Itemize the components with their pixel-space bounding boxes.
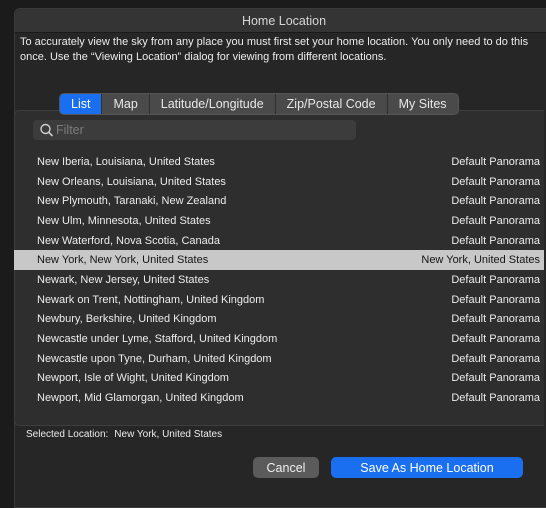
- location-row[interactable]: Newcastle upon Tyne, Durham, United King…: [14, 349, 544, 369]
- location-row[interactable]: Newport, Isle of Wight, United Kingdom De…: [14, 369, 544, 389]
- location-name: Newport, Isle of Wight, United Kingdom: [37, 372, 229, 385]
- location-tabs: List Map Latitude/Longitude Zip/Postal C…: [59, 93, 459, 115]
- location-panorama: Default Panorama: [451, 155, 540, 168]
- window-titlebar[interactable]: Home Location: [15, 9, 546, 33]
- location-row[interactable]: Newbury, Berkshire, United Kingdom Defaul…: [14, 310, 544, 330]
- cancel-button[interactable]: Cancel: [253, 457, 319, 478]
- location-panorama: Default Panorama: [451, 392, 540, 405]
- location-panorama: Default Panorama: [451, 333, 540, 346]
- location-name: Newark, New Jersey, United States: [37, 273, 210, 286]
- filter-field[interactable]: [33, 120, 356, 140]
- filter-input[interactable]: [55, 121, 346, 139]
- tab-my-sites[interactable]: My Sites: [386, 94, 458, 114]
- tab-list[interactable]: List: [60, 94, 102, 114]
- location-name: Newcastle under Lyme, Stafford, United K…: [37, 333, 278, 346]
- location-panorama: Default Panorama: [451, 273, 540, 286]
- location-row[interactable]: New Iberia, Louisiana, United States Defa…: [14, 152, 544, 172]
- location-name: New Iberia, Louisiana, United States: [37, 155, 215, 168]
- intro-text: To accurately view the sky from any plac…: [20, 36, 529, 63]
- location-row[interactable]: New Ulm, Minnesota, United States Default…: [14, 211, 544, 231]
- location-name: Newark on Trent, Nottingham, United King…: [37, 293, 265, 306]
- location-row[interactable]: Newark on Trent, Nottingham, United King…: [14, 290, 544, 310]
- location-panorama: Default Panorama: [451, 195, 540, 208]
- location-panorama: Default Panorama: [451, 214, 540, 227]
- location-name: New Waterford, Nova Scotia, Canada: [37, 234, 221, 247]
- location-name: New Ulm, Minnesota, United States: [37, 214, 211, 227]
- location-name: Newport, Mid Glamorgan, United Kingdom: [37, 392, 244, 405]
- tab-latitude-longitude[interactable]: Latitude/Longitude: [148, 94, 275, 114]
- location-panorama: Default Panorama: [451, 293, 540, 306]
- save-as-home-location-button[interactable]: Save As Home Location: [331, 457, 523, 478]
- location-name: New Orleans, Louisiana, United States: [37, 175, 226, 188]
- location-row[interactable]: Newark, New Jersey, United States Default…: [14, 270, 544, 290]
- location-panorama: Default Panorama: [451, 372, 540, 385]
- tab-map[interactable]: Map: [101, 94, 148, 114]
- selected-location-value: New York, United States: [114, 429, 223, 440]
- location-row[interactable]: New Plymouth, Taranaki, New Zealand Defau…: [14, 191, 544, 211]
- location-row[interactable]: Newcastle under Lyme, Stafford, United K…: [14, 329, 544, 349]
- location-name: Newcastle upon Tyne, Durham, United King…: [37, 352, 272, 365]
- location-panorama: New York, United States: [421, 254, 540, 267]
- location-panorama: Default Panorama: [451, 313, 540, 326]
- location-name: New York, New York, United States: [37, 254, 209, 267]
- window-title: Home Location: [241, 13, 327, 28]
- location-row[interactable]: Newport, Mid Glamorgan, United Kingdom De…: [14, 388, 544, 408]
- selected-location-label: Selected Location:: [26, 429, 109, 440]
- location-panorama: Default Panorama: [451, 175, 540, 188]
- location-row[interactable]: New Orleans, Louisiana, United States Def…: [14, 172, 544, 192]
- location-row[interactable]: New York, New York, United States New Yor…: [14, 250, 544, 271]
- location-panorama: Default Panorama: [451, 234, 540, 247]
- location-row[interactable]: New Waterford, Nova Scotia, Canada Defaul…: [14, 231, 544, 251]
- selected-location: Selected Location: New York, United State…: [26, 429, 228, 440]
- location-name: New Plymouth, Taranaki, New Zealand: [37, 195, 227, 208]
- location-panorama: Default Panorama: [451, 352, 540, 365]
- location-list[interactable]: New Iberia, Louisiana, United States Defa…: [14, 152, 544, 416]
- location-name: Newbury, Berkshire, United Kingdom: [37, 313, 217, 326]
- tab-zip-postal-code[interactable]: Zip/Postal Code: [274, 94, 387, 114]
- search-icon: [40, 123, 53, 137]
